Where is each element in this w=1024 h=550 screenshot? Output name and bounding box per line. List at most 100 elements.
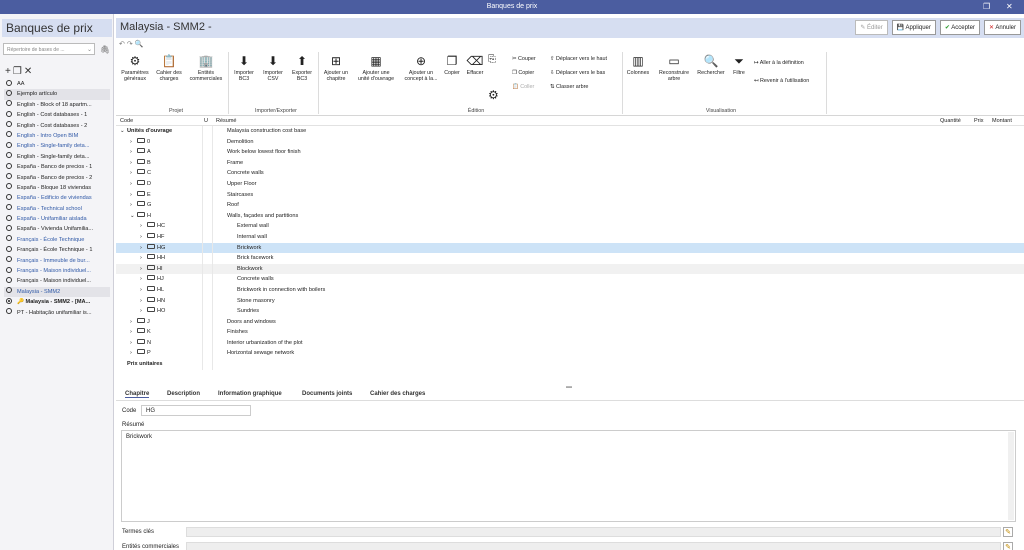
table-row[interactable]: › D Upper Floor — [116, 178, 1024, 190]
expand-icon[interactable]: › — [140, 274, 147, 285]
table-row[interactable]: › J Doors and windows — [116, 316, 1024, 328]
radio-button[interactable] — [6, 214, 12, 221]
close-window-icon[interactable]: ✕ — [1006, 2, 1013, 11]
apply-button[interactable]: 💾 Appliquer — [891, 20, 936, 35]
radio-button[interactable] — [6, 131, 12, 138]
radio-button[interactable] — [6, 100, 12, 107]
entities-field[interactable] — [186, 542, 1001, 550]
expand-icon[interactable]: › — [140, 221, 147, 232]
copy-big-button[interactable]: ❐ Copier — [442, 54, 462, 76]
undo-icon[interactable]: ↶ — [119, 41, 127, 48]
expand-icon[interactable]: › — [130, 158, 137, 169]
entities-button[interactable]: 🏢 Entités commerciales — [186, 54, 226, 82]
radio-button[interactable] — [6, 266, 12, 273]
goto-def-button[interactable]: ↦ Aller à la définition — [754, 60, 804, 66]
col-amount[interactable]: Montant — [992, 118, 1012, 124]
pencil-icon[interactable]: ✎ — [1003, 542, 1013, 550]
database-item[interactable]: España - Technical school — [4, 204, 110, 214]
expand-icon[interactable]: › — [130, 200, 137, 211]
erase-button[interactable]: ⌫ Effacer — [464, 54, 486, 76]
expand-icon[interactable]: › — [130, 348, 137, 359]
table-row[interactable]: › N Interior urbanization of the plot — [116, 337, 1024, 349]
connect-icon[interactable]: ⚙ — [488, 88, 499, 102]
expand-icon[interactable]: › — [130, 168, 137, 179]
columns-button[interactable]: ▥ Colonnes — [624, 54, 652, 76]
search-icon[interactable]: 🔍 — [135, 41, 146, 48]
sort-tree-button[interactable]: ⇅ Classer arbre — [550, 84, 588, 90]
table-row[interactable]: › HI Blockwork — [116, 263, 1024, 275]
redo-icon[interactable]: ↷ — [127, 41, 135, 48]
database-item[interactable]: English - Intro Open BIM — [4, 131, 110, 141]
database-item[interactable]: English - Single-family deta... — [4, 152, 110, 162]
close-icon[interactable]: ✕ — [24, 66, 34, 77]
database-item[interactable]: English - Block of 18 apartm... — [4, 100, 110, 110]
import-bc3-button[interactable]: ⬇ Importer BC3 — [230, 54, 258, 82]
database-item[interactable]: English - Cost databases - 2 — [4, 121, 110, 131]
copy-small-button[interactable]: ❐ Copier — [512, 70, 534, 76]
export-bc3-button[interactable]: ⬆ Exporter BC3 — [288, 54, 316, 82]
table-row[interactable]: › HJ Concrete walls — [116, 274, 1024, 285]
duplicate-icon[interactable]: ❐ — [13, 66, 24, 77]
radio-button[interactable] — [6, 152, 12, 159]
col-qty[interactable]: Quantité — [940, 118, 961, 124]
tab-0[interactable]: Chapitre — [125, 391, 150, 398]
table-row[interactable]: Prix unitaires — [116, 359, 1024, 370]
keywords-field[interactable] — [186, 527, 1001, 537]
expand-icon[interactable]: › — [130, 179, 137, 190]
expand-icon[interactable]: ⌄ — [120, 126, 127, 137]
tab-4[interactable]: Cahier des charges — [370, 391, 425, 397]
table-row[interactable]: › B Frame — [116, 157, 1024, 169]
radio-button[interactable] — [6, 110, 12, 117]
filter-button[interactable]: ⏷ Filtre — [728, 54, 750, 76]
database-item[interactable]: English - Single-family deta... — [4, 141, 110, 151]
table-row[interactable]: › C Concrete walls — [116, 168, 1024, 179]
scrollbar[interactable] — [1008, 432, 1014, 520]
col-code[interactable]: Code — [120, 118, 133, 124]
radio-button[interactable] — [6, 235, 12, 242]
radio-button[interactable] — [6, 89, 12, 96]
specs-button[interactable]: 📋 Cahier des charges — [154, 54, 184, 82]
radio-button[interactable] — [6, 121, 12, 128]
move-up-button[interactable]: ⇧ Déplacer vers le haut — [550, 56, 607, 62]
table-row[interactable]: › HO Sundries — [116, 306, 1024, 317]
table-row[interactable]: ⌄ Unités d'ouvrage Malaysia construction c… — [116, 126, 1024, 137]
table-row[interactable]: › K Finishes — [116, 327, 1024, 338]
attach-icon[interactable]: 🖇 — [100, 45, 110, 54]
add-concept-button[interactable]: ⊕ Ajouter un concept à la... — [400, 54, 442, 82]
expand-icon[interactable]: › — [140, 264, 147, 275]
expand-icon[interactable]: › — [140, 285, 147, 296]
table-row[interactable]: › HC External wall — [116, 221, 1024, 232]
expand-icon[interactable]: › — [130, 317, 137, 328]
database-item[interactable]: Français - École Technique - 1 — [4, 245, 110, 255]
radio-button[interactable] — [6, 297, 12, 304]
radio-button[interactable] — [6, 276, 12, 283]
database-item[interactable]: España - Vivienda Unifamilia... — [4, 224, 110, 234]
rebuild-button[interactable]: ▭ Reconstruire arbre — [654, 54, 694, 82]
radio-button[interactable] — [6, 287, 12, 294]
cut-button[interactable]: ✂ Couper — [512, 56, 536, 62]
expand-icon[interactable]: › — [130, 190, 137, 201]
expand-icon[interactable]: › — [130, 137, 137, 148]
database-item[interactable]: PT - Habitação unifamiliar is... — [4, 308, 110, 318]
database-item[interactable]: Français - Maison individuel... — [4, 266, 110, 276]
expand-icon[interactable]: › — [140, 232, 147, 243]
radio-button[interactable] — [6, 308, 12, 315]
database-item[interactable]: España - Unifamiliar aislada — [4, 214, 110, 224]
database-item[interactable]: English - Cost databases - 1 — [4, 110, 110, 120]
plus-icon[interactable]: + — [5, 66, 13, 77]
expand-icon[interactable]: › — [140, 306, 147, 317]
accept-button[interactable]: ✔ Accepter — [939, 20, 980, 35]
search-button[interactable]: 🔍 Rechercher — [694, 54, 728, 76]
edit-button[interactable]: ✎ Éditer — [855, 20, 888, 35]
back-use-button[interactable]: ↤ Revenir à l'utilisation — [754, 78, 809, 84]
database-item[interactable]: España - Edificio de viviendas — [4, 193, 110, 203]
restore-icon[interactable]: ❐ — [983, 2, 990, 11]
import-csv-button[interactable]: ⬇ Importer CSV — [259, 54, 287, 82]
table-row[interactable]: › A Work below lowest floor finish — [116, 147, 1024, 158]
table-row[interactable]: › G Roof — [116, 200, 1024, 211]
expand-icon[interactable]: › — [130, 338, 137, 349]
radio-button[interactable] — [6, 245, 12, 252]
move-down-button[interactable]: ⇩ Déplacer vers le bas — [550, 70, 605, 76]
table-row[interactable]: › HN Stone masonry — [116, 295, 1024, 307]
repository-select[interactable]: Répertoire de bases de ... ⌄ — [3, 43, 95, 55]
